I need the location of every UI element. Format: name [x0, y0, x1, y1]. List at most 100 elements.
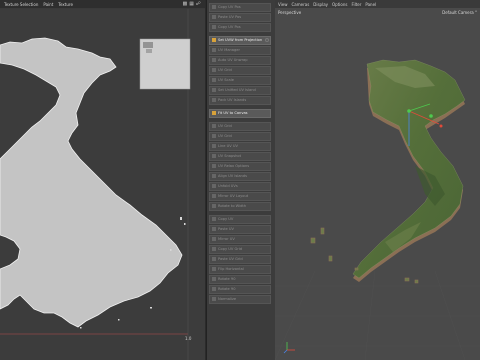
tool-label: UV Scale: [218, 78, 234, 82]
link-icon[interactable]: ☍: [196, 1, 201, 7]
uv-axis-label: 1.0: [185, 336, 192, 341]
uv-toolbar-icons: ▩ ▦ ☍: [182, 1, 201, 7]
tool-item[interactable]: Copy UV Pos: [209, 23, 271, 32]
tool-item[interactable]: Auto UV Unwrap: [209, 56, 271, 65]
tool-item[interactable]: UV Grid: [209, 66, 271, 75]
close-icon[interactable]: ×: [265, 38, 269, 42]
tool-icon: [212, 134, 216, 138]
uv-menu-texture[interactable]: Texture: [58, 2, 73, 7]
tool-label: UV Grid: [218, 124, 232, 128]
tool-label: Rotate to Width: [218, 204, 247, 208]
tool-icon: [212, 184, 216, 188]
tool-icon: [212, 164, 216, 168]
uv-editor-pane[interactable]: Texture Selection Paint Texture ▩ ▦ ☍ 1.…: [0, 0, 205, 360]
tool-item[interactable]: Mirror UV Layout: [209, 192, 271, 201]
tool-label: Mirror UV: [218, 237, 235, 241]
viewport-menu-display[interactable]: Display: [313, 2, 328, 7]
tool-label: UV Grid: [218, 134, 232, 138]
tool-item[interactable]: UV Scale: [209, 76, 271, 85]
tool-label: Rotate 90: [218, 287, 236, 291]
tool-item[interactable]: UV Relax Options: [209, 162, 271, 171]
tool-label: Set Unified UV Island: [218, 88, 256, 92]
tool-item[interactable]: Align UV Islands: [209, 172, 271, 181]
tool-label: Mirror UV Layout: [218, 194, 249, 198]
tool-item[interactable]: Set UVW from Projection ×: [209, 36, 271, 45]
viewport-menu-filter[interactable]: Filter: [351, 2, 361, 7]
tool-item[interactable]: Paste UV: [209, 225, 271, 234]
tool-item[interactable]: Copy UV: [209, 215, 271, 224]
tool-item[interactable]: Rotate 90: [209, 285, 271, 294]
tool-icon: [212, 111, 216, 115]
uv-menubar: Texture Selection Paint Texture: [0, 0, 205, 8]
tool-icon: [212, 154, 216, 158]
tool-item[interactable]: Unfold UVs: [209, 182, 271, 191]
viewport-menu-cameras[interactable]: Cameras: [292, 2, 310, 7]
tool-item[interactable]: Copy UV Pos: [209, 3, 271, 12]
tool-item[interactable]: Fit UV to Canvas: [209, 109, 271, 118]
tool-item[interactable]: Rotate 90: [209, 275, 271, 284]
tool-item[interactable]: Paste UV Grid: [209, 255, 271, 264]
tool-label: UV Manager: [218, 48, 240, 52]
tool-icon: [212, 68, 216, 72]
grid-icon[interactable]: ▦: [189, 1, 194, 7]
tool-label: UV Relax Options: [218, 164, 250, 168]
tool-label: Flip Horizontal: [218, 267, 244, 271]
tool-icon: [212, 124, 216, 128]
texture-thumbnail[interactable]: [139, 38, 191, 90]
viewport-menu-panel[interactable]: Panel: [365, 2, 376, 7]
tool-label: Set UVW from Projection: [218, 38, 263, 42]
tool-icon: [212, 217, 216, 221]
tool-icon: [212, 297, 216, 301]
uv-menu-paint[interactable]: Paint: [43, 2, 53, 7]
viewport-canvas[interactable]: [275, 16, 480, 360]
tool-item[interactable]: Set Unified UV Island: [209, 86, 271, 95]
histogram-icon[interactable]: ▩: [182, 1, 187, 7]
viewport-menu-options[interactable]: Options: [332, 2, 347, 7]
uv-tools-panel: Copy UV Pos Paste UV Pos Copy UV Pos Set UV…: [206, 0, 276, 360]
tool-icon: [212, 204, 216, 208]
tool-label: Line UV UV: [218, 144, 238, 148]
tool-item[interactable]: Rotate to Width: [209, 202, 271, 211]
uv-tools-list: Copy UV Pos Paste UV Pos Copy UV Pos Set UV…: [209, 3, 271, 305]
tool-label: Fit UV to Canvas: [218, 111, 248, 115]
viewport-menu-view[interactable]: View: [278, 2, 288, 7]
tool-icon: [212, 88, 216, 92]
tool-icon: [212, 98, 216, 102]
tool-icon: [212, 48, 216, 52]
tool-icon: [212, 227, 216, 231]
tool-item[interactable]: Mirror UV: [209, 235, 271, 244]
tool-item[interactable]: UV Manager: [209, 46, 271, 55]
uv-menu-texture-selection[interactable]: Texture Selection: [4, 2, 38, 7]
tool-label: Paste UV: [218, 227, 234, 231]
tool-label: Auto UV Unwrap: [218, 58, 248, 62]
tool-icon: [212, 38, 216, 42]
uv-canvas[interactable]: 1.0: [0, 9, 205, 360]
camera-label[interactable]: Default Camera °: [442, 10, 477, 15]
tool-icon: [212, 78, 216, 82]
tool-item[interactable]: Paste UV Pos: [209, 13, 271, 22]
tool-item[interactable]: Copy UV Grid: [209, 245, 271, 254]
tool-icon: [212, 237, 216, 241]
tool-item[interactable]: UV Grid: [209, 132, 271, 141]
tool-icon: [212, 257, 216, 261]
tool-label: Normalize: [218, 297, 237, 301]
tool-label: Paste UV Pos: [218, 15, 242, 19]
perspective-viewport[interactable]: View Cameras Display Options Filter Pane…: [275, 0, 480, 360]
viewport-menubar: View Cameras Display Options Filter Pane…: [275, 0, 480, 8]
tool-icon: [212, 247, 216, 251]
tool-item[interactable]: UV Grid: [209, 122, 271, 131]
tool-item[interactable]: Line UV UV: [209, 142, 271, 151]
tool-icon: [212, 277, 216, 281]
tool-item[interactable]: Pack UV Islands: [209, 96, 271, 105]
tool-icon: [212, 144, 216, 148]
tool-item[interactable]: UV Snapshot: [209, 152, 271, 161]
tool-icon: [212, 25, 216, 29]
tool-label: Unfold UVs: [218, 184, 238, 188]
tool-label: Rotate 90: [218, 277, 236, 281]
tool-label: Paste UV Grid: [218, 257, 243, 261]
viewport-subheader: Perspective Default Camera °: [275, 8, 480, 16]
tool-item[interactable]: Normalize: [209, 295, 271, 304]
tool-label: Copy UV: [218, 217, 234, 221]
tool-icon: [212, 174, 216, 178]
tool-item[interactable]: Flip Horizontal: [209, 265, 271, 274]
